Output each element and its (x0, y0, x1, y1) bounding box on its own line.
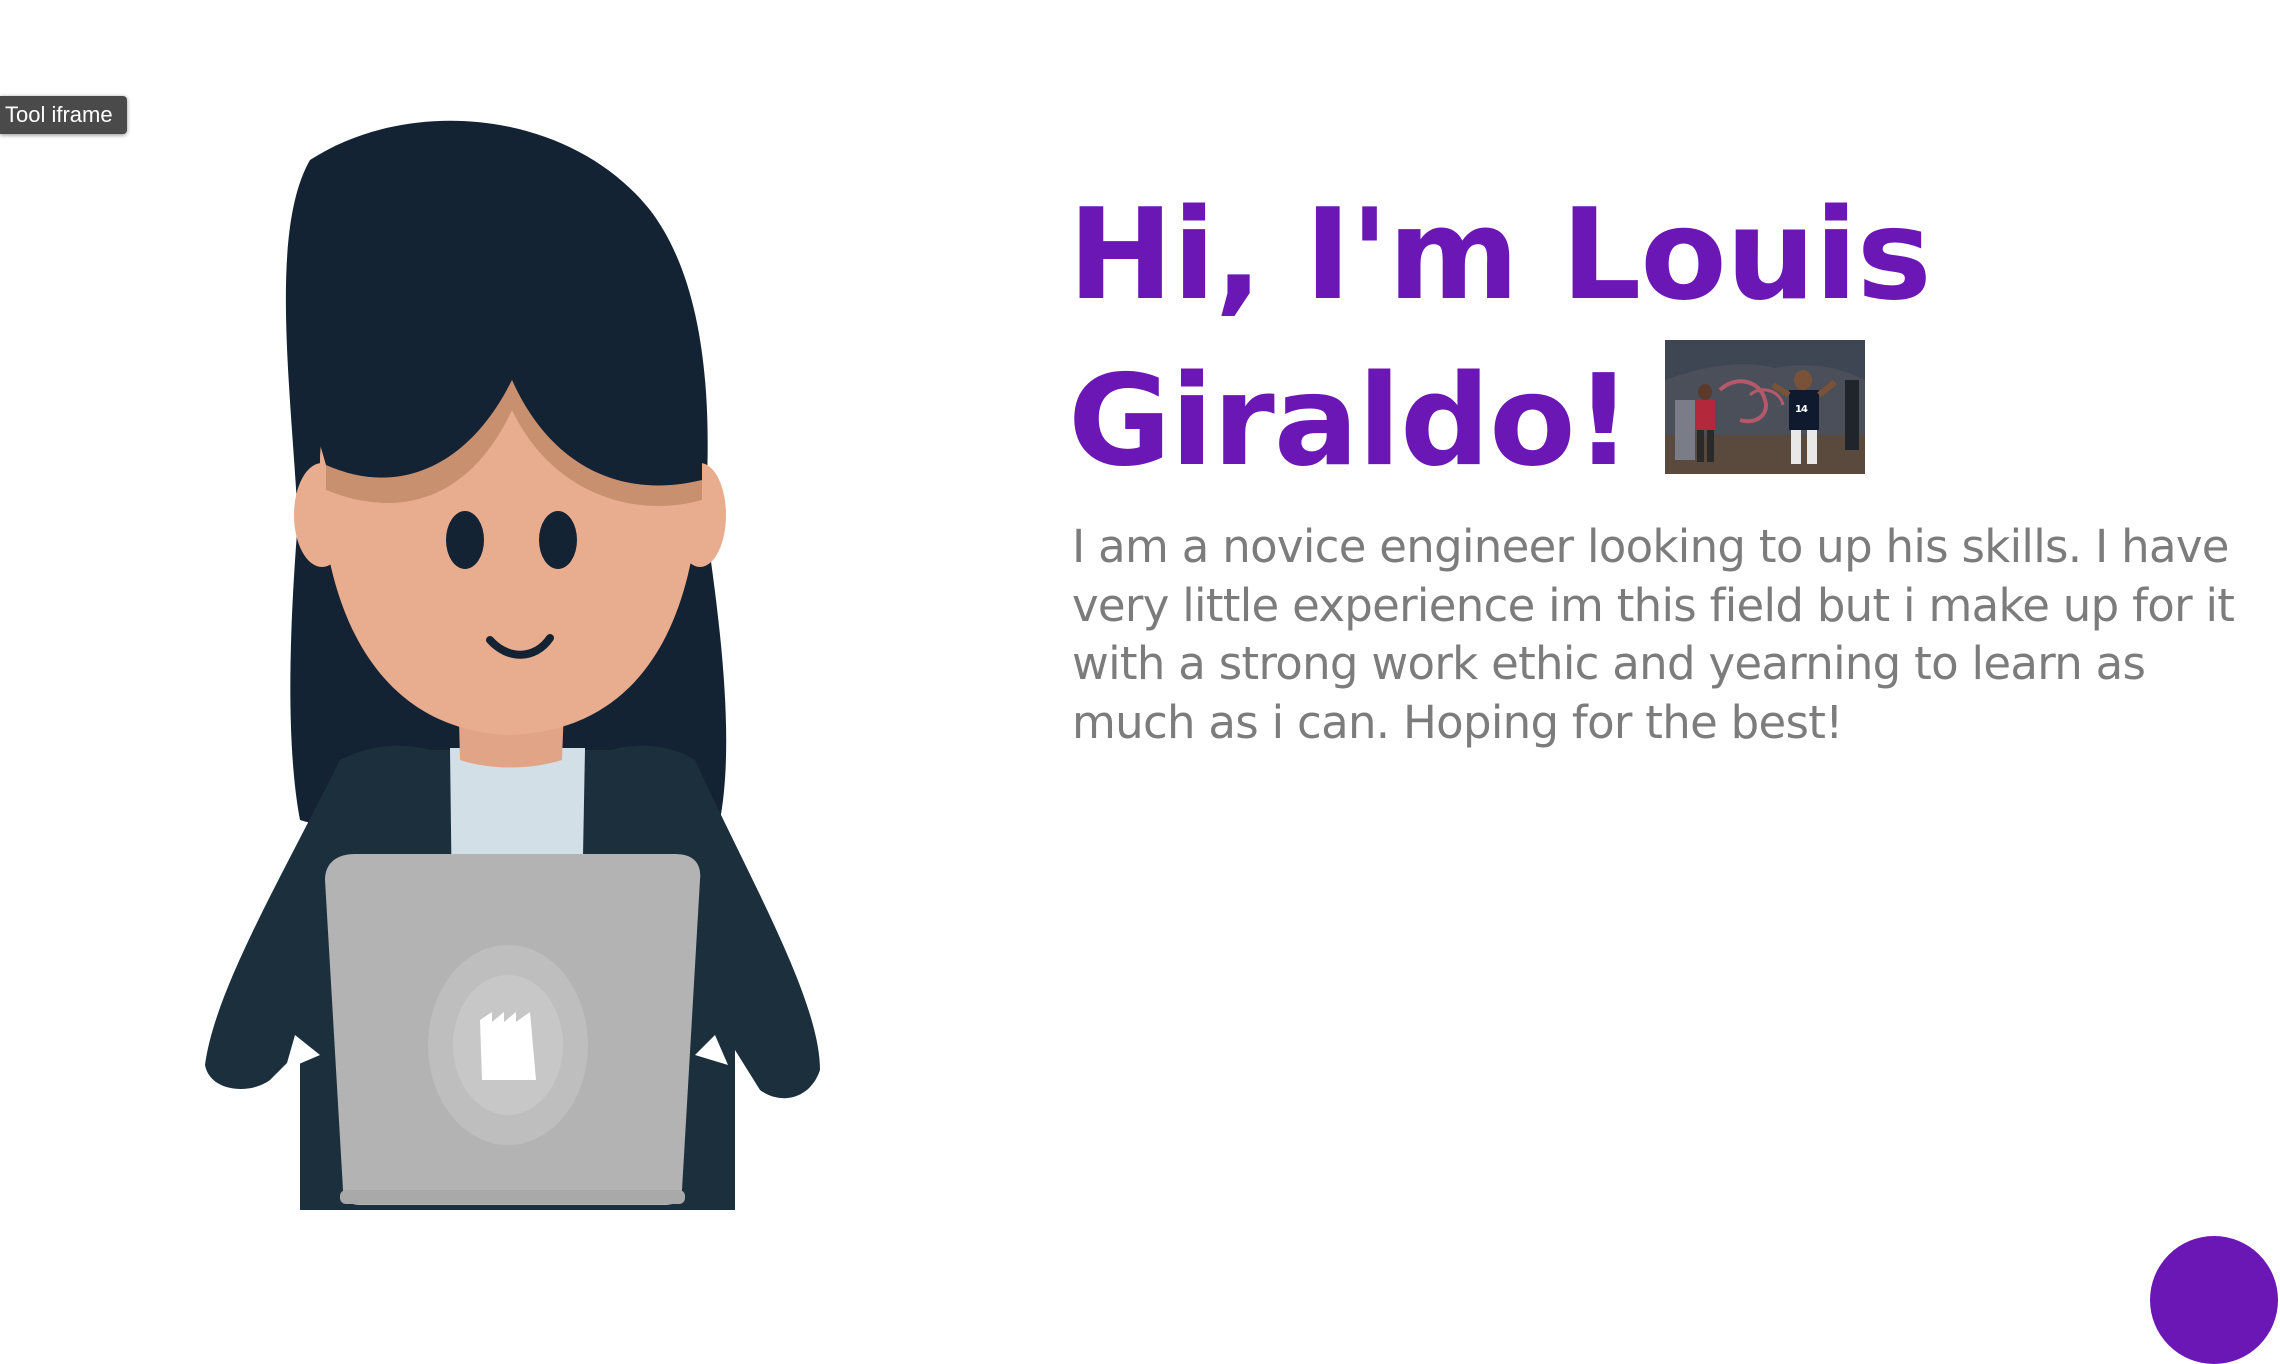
svg-text:14: 14 (1795, 404, 1808, 415)
hero-title-line-1: Hi, I'm Louis (1068, 181, 1932, 328)
hero-title-line-2: Giraldo! 14 (1068, 338, 2168, 504)
floating-action-button[interactable] (2150, 1236, 2278, 1364)
tool-iframe-label: Tool iframe (0, 96, 127, 134)
person-with-laptop-illustration (190, 120, 830, 1210)
hero-title-name: Giraldo! (1068, 347, 1632, 494)
performer-photo-thumbnail: 14 (1665, 340, 1866, 474)
hero-title: Hi, I'm Louis Giraldo! 14 (1068, 172, 2168, 504)
hero-bio: I am a novice engineer looking to up his… (1072, 520, 2235, 749)
